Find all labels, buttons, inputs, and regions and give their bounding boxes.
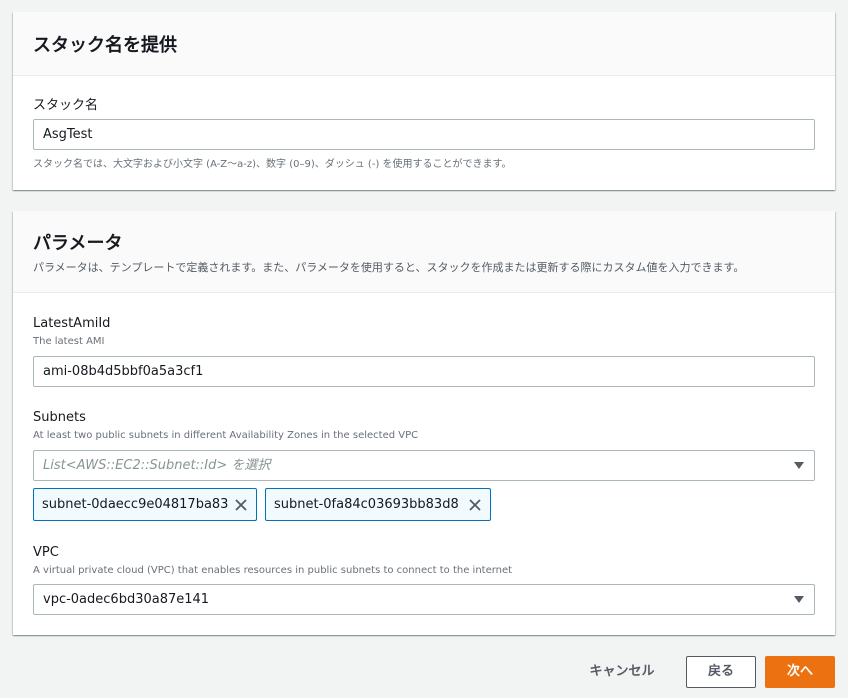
- subnet-token-label: subnet-0daecc9e04817ba83: [42, 497, 229, 512]
- subnets-select[interactable]: List<AWS::EC2::Subnet::Id> を選択: [33, 450, 815, 481]
- parameters-panel-header: パラメータ パラメータは、テンプレートで定義されます。また、パラメータを使用する…: [13, 211, 835, 293]
- stack-name-panel-title: スタック名を提供: [33, 35, 177, 56]
- vpc-select-value: vpc-0adec6bd30a87e141: [43, 592, 210, 607]
- subnets-select-placeholder: List<AWS::EC2::Subnet::Id> を選択: [43, 458, 271, 473]
- parameters-panel-description: パラメータは、テンプレートで定義されます。また、パラメータを使用すると、スタック…: [33, 261, 745, 274]
- cancel-button[interactable]: キャンセル: [574, 656, 670, 688]
- stack-name-hint: スタック名では、大文字および小文字 (A-Z〜a-z)、数字 (0–9)、ダッシ…: [33, 159, 512, 170]
- back-button[interactable]: 戻る: [686, 656, 756, 688]
- close-icon[interactable]: [468, 498, 482, 512]
- parameters-panel-title: パラメータ: [33, 233, 123, 254]
- subnet-token: subnet-0fa84c03693bb83d8: [265, 488, 491, 521]
- stack-name-label: スタック名: [33, 98, 99, 113]
- vpc-description: A virtual private cloud (VPC) that enabl…: [33, 565, 513, 576]
- vpc-select[interactable]: vpc-0adec6bd30a87e141: [33, 584, 815, 615]
- caret-down-icon: [794, 462, 804, 469]
- parameters-panel: パラメータ パラメータは、テンプレートで定義されます。また、パラメータを使用する…: [13, 211, 835, 635]
- subnet-token: subnet-0daecc9e04817ba83: [33, 488, 257, 521]
- latest-ami-id-input[interactable]: ami-08b4d5bbf0a5a3cf1: [33, 356, 815, 387]
- next-button[interactable]: 次へ: [765, 656, 835, 688]
- subnet-token-label: subnet-0fa84c03693bb83d8: [274, 497, 459, 512]
- subnets-label: Subnets: [33, 410, 86, 425]
- stack-name-panel: スタック名を提供 スタック名 AsgTest スタック名では、大文字および小文字…: [13, 12, 835, 190]
- latest-ami-id-label: LatestAmiId: [33, 316, 111, 331]
- latest-ami-id-description: The latest AMI: [33, 336, 105, 347]
- stack-name-panel-header: スタック名を提供: [13, 12, 835, 76]
- close-icon[interactable]: [234, 498, 248, 512]
- vpc-label: VPC: [33, 545, 59, 560]
- subnets-description: At least two public subnets in different…: [33, 430, 419, 441]
- stack-name-input[interactable]: AsgTest: [33, 119, 815, 150]
- caret-down-icon: [794, 596, 804, 603]
